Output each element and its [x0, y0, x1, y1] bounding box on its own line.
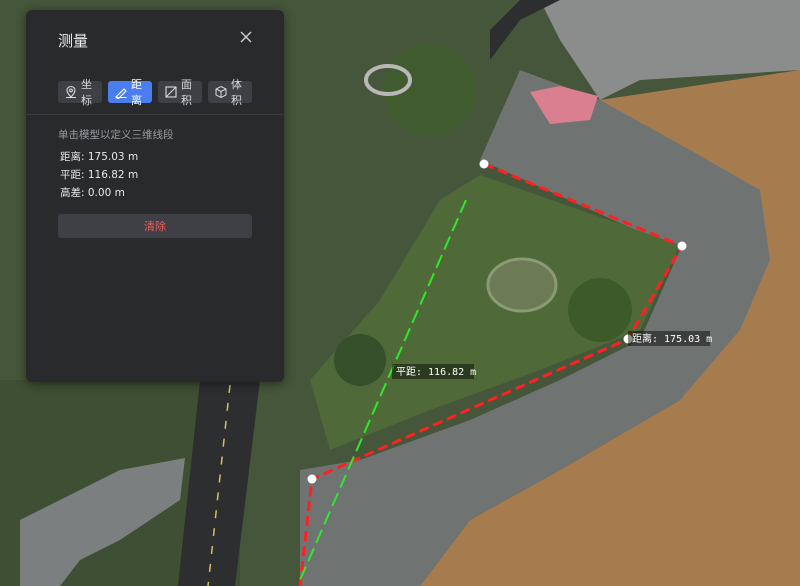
- measure-point[interactable]: [677, 241, 687, 251]
- clear-button[interactable]: 清除: [58, 214, 252, 238]
- tab-label: 体积: [231, 78, 242, 107]
- circular-plaza: [486, 257, 558, 313]
- tree-cluster: [334, 334, 386, 386]
- measure-point[interactable]: [307, 474, 317, 484]
- tab-coordinate[interactable]: 坐标: [58, 78, 102, 107]
- tab-volume[interactable]: 体积: [208, 78, 252, 107]
- distance-readout: 距离: 175.03 m: [60, 151, 139, 163]
- tree-cluster: [384, 44, 476, 136]
- tab-area[interactable]: 面积: [158, 78, 202, 107]
- panel-divider: [26, 114, 284, 115]
- tab-distance[interactable]: 距离: [108, 78, 152, 107]
- measure-panel: 测量 坐标 距离 面积 体积 单击模型以定义三维线段 距离: 175.03 m …: [26, 10, 284, 382]
- measure-point[interactable]: [479, 159, 489, 169]
- panel-header: 测量: [26, 10, 284, 66]
- cube-icon: [214, 85, 228, 99]
- height-difference-readout: 高差: 0.00 m: [60, 187, 125, 199]
- ruler-pencil-icon: [114, 85, 128, 99]
- tab-label: 面积: [181, 78, 192, 107]
- measure-hint: 单击模型以定义三维线段: [58, 129, 174, 141]
- close-icon: [240, 31, 252, 43]
- location-pin-icon: [64, 85, 78, 99]
- horizontal-map-label: 平距: 116.82 m: [392, 364, 476, 379]
- distance-map-label: 距离: 175.03 m: [628, 331, 712, 346]
- tab-label: 坐标: [81, 78, 92, 107]
- svg-text:平距: 116.82 m: 平距: 116.82 m: [396, 366, 476, 378]
- svg-text:距离: 175.03 m: 距离: 175.03 m: [632, 332, 712, 345]
- tab-label: 距离: [131, 78, 142, 107]
- area-square-icon: [164, 85, 178, 99]
- panel-title: 测量: [58, 32, 89, 50]
- tree-cluster: [568, 278, 632, 342]
- horizontal-distance-readout: 平距: 116.82 m: [60, 169, 139, 181]
- close-button[interactable]: [236, 27, 256, 47]
